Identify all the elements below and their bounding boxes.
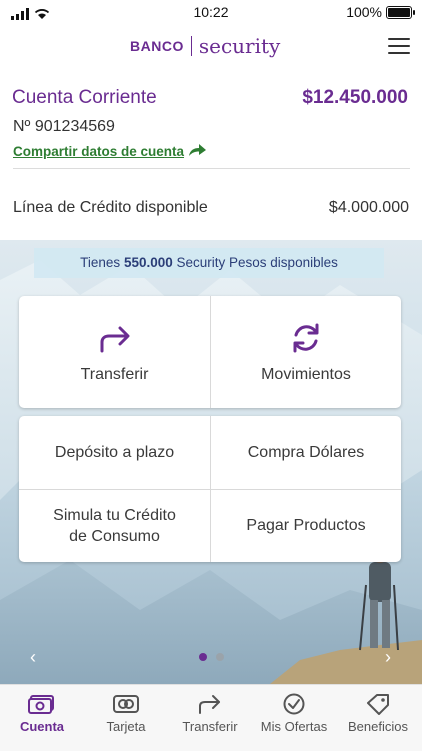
tab-beneficios[interactable]: Beneficios (336, 685, 420, 751)
logo-security: security (198, 34, 281, 58)
account-number: Nº 901234569 (13, 118, 115, 135)
share-account-link[interactable]: Compartir datos de cuenta (13, 144, 184, 159)
buy-dollars-label: Compra Dólares (247, 444, 365, 461)
menu-icon[interactable] (388, 38, 410, 56)
share-arrow-icon[interactable] (187, 142, 207, 158)
card-icon (113, 695, 139, 713)
account-name[interactable]: Cuenta Corriente (12, 87, 157, 109)
movements-button[interactable]: Movimientos (211, 296, 401, 408)
term-deposit-label: Depósito a plazo (54, 444, 175, 461)
tab-tarjeta-label: Tarjeta (106, 719, 146, 734)
credit-line-value: $4.000.000 (328, 199, 409, 216)
tab-mis-ofertas[interactable]: Mis Ofertas (252, 685, 336, 751)
buy-dollars-button[interactable]: Compra Dólares (211, 416, 401, 489)
transfer-label: Transferir (80, 366, 149, 383)
divider (13, 168, 410, 169)
tab-tarjeta[interactable]: Tarjeta (84, 685, 168, 751)
tab-cuenta[interactable]: Cuenta (0, 685, 84, 751)
chevron-right-icon[interactable]: › (385, 647, 391, 668)
refresh-arrows-icon (293, 323, 319, 353)
term-deposit-button[interactable]: Depósito a plazo (19, 416, 210, 489)
security-points-banner[interactable]: Tienes 550.000 Security Pesos disponible… (34, 248, 384, 278)
credit-simulator-button[interactable]: Simula tu Crédito de Consumo (19, 490, 210, 562)
chevron-left-icon[interactable]: ‹ (30, 647, 36, 668)
logo-banco: BANCO (130, 38, 184, 54)
app-header: BANCO security (0, 26, 422, 70)
battery-percent: 100% (346, 4, 382, 20)
movements-label: Movimientos (261, 366, 351, 383)
tab-transferir[interactable]: Transferir (168, 685, 252, 751)
transfer-arrow-icon (100, 326, 129, 353)
more-actions-card: Depósito a plazo Compra Dólares Simula t… (19, 416, 401, 562)
tab-transferir-label: Transferir (182, 719, 238, 734)
quick-actions-card: Transferir Movimientos (19, 296, 401, 408)
points-amount: 550.000 (123, 255, 173, 270)
credit-simulator-line2: de Consumo (69, 528, 160, 545)
points-suffix: Security Pesos disponibles (176, 255, 338, 270)
tab-cuenta-label: Cuenta (19, 719, 65, 734)
transfer-button[interactable]: Transferir (19, 296, 210, 408)
bottom-tab-bar: Cuenta Tarjeta Transferir Mis Ofertas Be… (0, 684, 422, 751)
pay-products-button[interactable]: Pagar Productos (211, 490, 401, 562)
pay-products-label: Pagar Productos (246, 517, 366, 534)
points-prefix: Tienes (80, 255, 121, 270)
bank-logo: BANCO security (130, 34, 280, 58)
tab-beneficios-label: Beneficios (348, 719, 408, 734)
pager-dot-active[interactable] (199, 653, 207, 661)
status-bar: 10:22 100% (0, 0, 422, 26)
transfer-icon (199, 695, 220, 714)
credit-simulator-line1: Simula tu Crédito (53, 507, 176, 524)
credit-line-label: Línea de Crédito disponible (13, 199, 208, 216)
check-badge-icon (283, 693, 305, 715)
tab-mis-ofertas-label: Mis Ofertas (260, 719, 328, 734)
cash-icon (28, 695, 54, 714)
tag-icon (367, 694, 389, 715)
battery-icon (386, 6, 415, 19)
pager-dot[interactable] (216, 653, 224, 661)
account-balance: $12.450.000 (302, 87, 408, 108)
